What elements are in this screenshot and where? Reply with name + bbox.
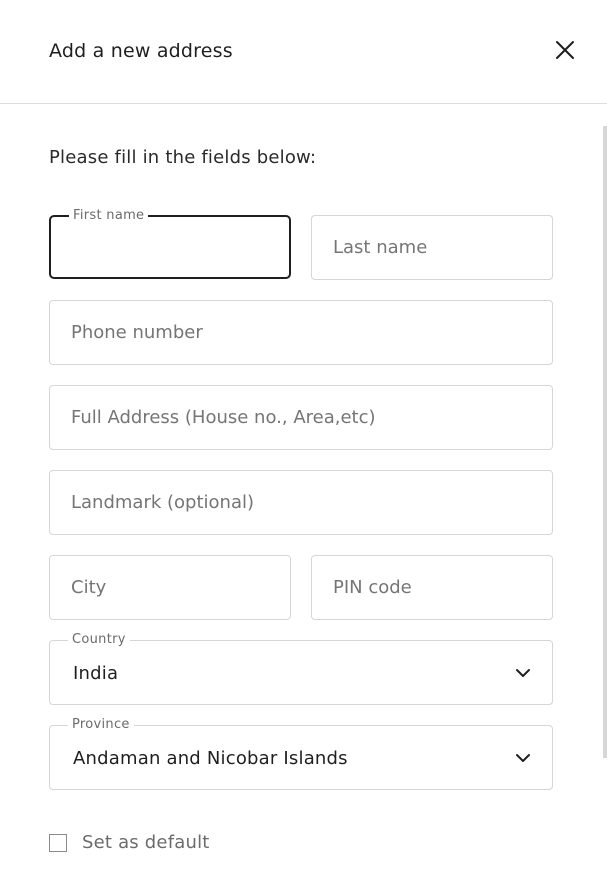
close-icon bbox=[556, 41, 574, 59]
landmark-input[interactable] bbox=[50, 471, 552, 534]
province-select[interactable]: Province Andaman and Nicobar Islands bbox=[49, 718, 553, 790]
first-name-field[interactable]: First name bbox=[49, 209, 291, 279]
city-field[interactable] bbox=[49, 555, 291, 620]
set-default-label: Set as default bbox=[82, 832, 210, 853]
country-select[interactable]: Country India bbox=[49, 633, 553, 705]
pin-field[interactable] bbox=[311, 555, 553, 620]
landmark-field[interactable] bbox=[49, 470, 553, 535]
chevron-down-icon bbox=[516, 754, 530, 762]
province-label: Province bbox=[68, 718, 134, 732]
scrollbar[interactable] bbox=[603, 126, 607, 758]
phone-input[interactable] bbox=[50, 301, 552, 364]
add-address-modal: Add a new address Please fill in the fie… bbox=[0, 0, 607, 874]
modal-title: Add a new address bbox=[49, 40, 233, 62]
pin-input[interactable] bbox=[312, 556, 552, 619]
country-value: India bbox=[73, 663, 119, 684]
address-field[interactable] bbox=[49, 385, 553, 450]
form-instructions: Please fill in the fields below: bbox=[49, 147, 317, 168]
first-name-input[interactable] bbox=[51, 217, 289, 277]
modal-header: Add a new address bbox=[0, 0, 607, 104]
province-value: Andaman and Nicobar Islands bbox=[73, 748, 348, 769]
last-name-input[interactable] bbox=[312, 216, 552, 279]
phone-field[interactable] bbox=[49, 300, 553, 365]
set-default-checkbox[interactable] bbox=[49, 834, 67, 852]
chevron-down-icon bbox=[516, 669, 530, 677]
country-label: Country bbox=[68, 633, 130, 647]
close-button[interactable] bbox=[552, 37, 578, 63]
address-input[interactable] bbox=[50, 386, 552, 449]
last-name-field[interactable] bbox=[311, 215, 553, 280]
city-input[interactable] bbox=[50, 556, 290, 619]
